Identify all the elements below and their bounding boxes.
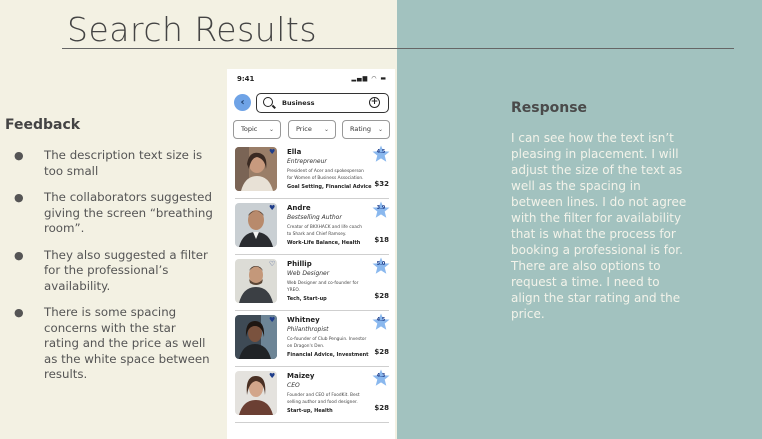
status-time: 9:41 xyxy=(237,75,255,83)
result-name: Maizey xyxy=(287,372,315,380)
search-input[interactable]: Business + xyxy=(256,93,389,113)
bullet-icon: ● xyxy=(14,248,24,262)
result-name: Ella xyxy=(287,148,302,156)
result-tags: Financial Advice, Investment xyxy=(287,352,369,358)
feedback-item: ● They also suggested a filter for the pr… xyxy=(14,248,214,295)
star-rating-value: 4.5 xyxy=(376,150,386,155)
result-name: Andre xyxy=(287,204,311,212)
result-name: Whitney xyxy=(287,316,320,324)
result-tags: Work-Life Balance, Health xyxy=(287,240,361,246)
response-heading: Response xyxy=(511,100,588,116)
result-card[interactable]: ♥ Maizey CEO Founder and CEO of FoodKit.… xyxy=(235,369,390,423)
result-price: $28 xyxy=(374,404,389,412)
filter-label: Rating xyxy=(350,125,371,133)
bullet-icon: ● xyxy=(14,306,24,319)
result-role: CEO xyxy=(287,382,300,389)
back-arrow-icon: ‹ xyxy=(240,97,245,108)
star-rating-badge: 5.0 xyxy=(372,257,390,275)
star-rating-value: 3.9 xyxy=(376,206,386,211)
filter-price[interactable]: Price ⌄ xyxy=(288,120,336,139)
feedback-item-text: There is some spacing concerns with the … xyxy=(44,305,210,381)
response-text: I can see how the text isn’t pleasing in… xyxy=(511,131,687,321)
result-role: Bestselling Author xyxy=(287,214,342,221)
result-card[interactable]: ♥ Ella Entrepreneur President of Acer an… xyxy=(235,145,390,199)
slide-title: Search Results xyxy=(67,10,318,49)
result-price: $18 xyxy=(374,236,389,244)
feedback-item-text: The collaborators suggested giving the s… xyxy=(44,190,213,235)
result-name: Phillip xyxy=(287,260,312,268)
status-icons: ▂▄▆ ◠ ▬ xyxy=(351,75,387,82)
filter-topic[interactable]: Topic ⌄ xyxy=(233,120,281,139)
star-rating-badge: 3.9 xyxy=(372,201,390,219)
feedback-item: ● The description text size is too small xyxy=(14,148,214,179)
bullet-icon: ● xyxy=(14,191,24,204)
star-rating-badge: 4.3 xyxy=(372,369,390,387)
bullet-icon: ● xyxy=(14,149,24,162)
result-card[interactable]: ♥ Andre Bestselling Author Creator of BK… xyxy=(235,201,390,255)
feedback-item-text: They also suggested a filter for the pro… xyxy=(44,247,208,293)
filter-label: Price xyxy=(296,125,312,133)
star-rating-badge: 4.5 xyxy=(372,313,390,331)
filter-rating[interactable]: Rating ⌄ xyxy=(342,120,390,139)
chevron-down-icon: ⌄ xyxy=(323,126,329,133)
result-role: Entrepreneur xyxy=(287,158,327,165)
title-divider xyxy=(62,48,734,49)
result-description: Web Designer and co-founder for YREO. xyxy=(287,281,359,293)
result-role: Web Designer xyxy=(287,270,330,277)
heart-icon[interactable]: ♡ xyxy=(269,260,275,268)
result-tags: Start-up, Health xyxy=(287,408,333,414)
result-description: President of Acer and spokesperson for W… xyxy=(287,169,364,181)
phone-mockup: 9:41 ▂▄▆ ◠ ▬ ‹ Business + Topic ⌄ Price … xyxy=(227,69,395,439)
feedback-item: ● The collaborators suggested giving the … xyxy=(14,190,214,237)
result-price: $32 xyxy=(374,180,389,188)
feedback-list: ● The description text size is too small … xyxy=(14,148,214,394)
result-price: $28 xyxy=(374,348,389,356)
result-tags: Goal Setting, Financial Advice xyxy=(287,184,372,190)
filter-label: Topic xyxy=(241,125,258,133)
search-icon xyxy=(263,97,273,107)
heart-icon[interactable]: ♥ xyxy=(269,372,275,380)
result-role: Philanthropist xyxy=(287,326,329,333)
star-rating-value: 4.5 xyxy=(376,318,386,323)
result-description: Co-founder of Club Penguin. Investor on … xyxy=(287,337,367,349)
star-rating-value: 5.0 xyxy=(376,262,386,267)
chevron-down-icon: ⌄ xyxy=(377,126,383,133)
feedback-heading: Feedback xyxy=(5,117,81,133)
result-description: Founder and CEO of FoodKit. Best selling… xyxy=(287,393,360,405)
star-rating-value: 4.3 xyxy=(376,374,386,379)
result-card[interactable]: ♡ Phillip Web Designer Web Designer and … xyxy=(235,257,390,311)
result-price: $28 xyxy=(374,292,389,300)
add-icon[interactable]: + xyxy=(369,97,380,108)
back-button[interactable]: ‹ xyxy=(234,94,251,111)
chevron-down-icon: ⌄ xyxy=(268,126,274,133)
result-card[interactable]: ♥ Whitney Philanthropist Co-founder of C… xyxy=(235,313,390,367)
feedback-item-text: The description text size is too small xyxy=(44,148,203,178)
search-value: Business xyxy=(282,99,315,107)
feedback-item: ● There is some spacing concerns with the… xyxy=(14,305,214,383)
star-rating-badge: 4.5 xyxy=(372,145,390,163)
heart-icon[interactable]: ♥ xyxy=(269,316,275,324)
status-bar: 9:41 ▂▄▆ ◠ ▬ xyxy=(227,69,395,89)
heart-icon[interactable]: ♥ xyxy=(269,148,275,156)
heart-icon[interactable]: ♥ xyxy=(269,204,275,212)
result-tags: Tech, Start-up xyxy=(287,296,327,302)
result-description: Creator of BKXHACK and life coach to Sha… xyxy=(287,225,362,237)
